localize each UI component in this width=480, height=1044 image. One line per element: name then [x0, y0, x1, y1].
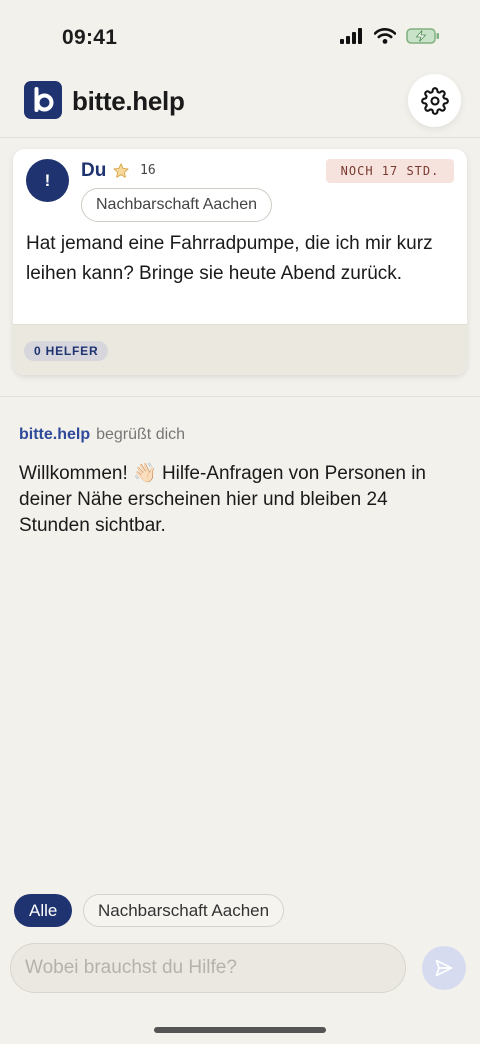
request-avatar: !	[26, 159, 69, 202]
request-card[interactable]: ! Du 16 NOCH 17 STD. Nachbarschaft Aache…	[13, 149, 467, 375]
status-time: 09:41	[62, 26, 118, 49]
request-location-chip[interactable]: Nachbarschaft Aachen	[81, 188, 272, 222]
star-icon	[113, 163, 129, 178]
request-card-footer: 0 HELFER	[13, 324, 467, 375]
gear-icon	[420, 86, 449, 115]
app-logo[interactable]	[24, 81, 62, 119]
settings-button[interactable]	[408, 74, 461, 127]
filter-all-chip[interactable]: Alle	[14, 894, 73, 927]
helper-count-badge[interactable]: 0 HELFER	[24, 341, 109, 361]
request-text: Hat jemand eine Fahrradpumpe, die ich mi…	[26, 233, 433, 284]
app-header: bitte.help	[0, 70, 480, 138]
status-bar: 09:41	[0, 0, 480, 70]
request-author[interactable]: Du	[81, 160, 106, 182]
section-divider	[0, 396, 480, 397]
app-title: bitte.help	[72, 86, 185, 116]
signal-icon	[340, 28, 362, 44]
battery-charging-icon	[406, 28, 439, 44]
wifi-icon	[374, 28, 396, 44]
help-request-input[interactable]	[10, 943, 406, 993]
reputation-score: 16	[140, 163, 156, 178]
welcome-brand: bitte.help	[19, 426, 91, 443]
welcome-action: begrüßt dich	[96, 426, 186, 443]
app-screen: 09:41 bitte.help ! Du 16 NOCH 17 STD. Na…	[0, 0, 480, 1044]
welcome-message: Willkommen! 👋🏻 Hilfe-Anfragen von Person…	[19, 463, 426, 536]
send-icon	[435, 959, 453, 977]
home-indicator	[154, 1027, 326, 1033]
status-icons	[340, 28, 440, 44]
filter-location-chip[interactable]: Nachbarschaft Aachen	[83, 894, 285, 927]
welcome-header: bitte.help begrüßt dich	[19, 426, 185, 444]
send-button[interactable]	[422, 946, 466, 990]
expiry-badge: NOCH 17 STD.	[326, 159, 454, 183]
